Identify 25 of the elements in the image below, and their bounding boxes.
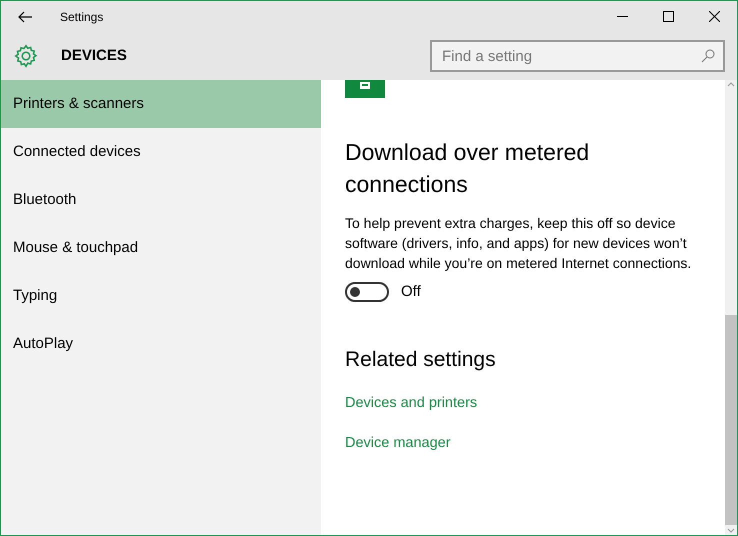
sidebar-item[interactable]: Mouse & touchpad (1, 224, 321, 272)
minimize-icon (616, 16, 628, 17)
window-title: Settings (60, 8, 104, 26)
related-link[interactable]: Device manager (345, 432, 451, 454)
description-text: To help prevent extra charges, keep this off so device software (drivers, info, and apps) for new devices won’t download while you’re on metered Internet connections. (345, 214, 692, 273)
toggle-switch[interactable] (345, 282, 389, 302)
sidebar-item[interactable]: Typing (1, 272, 321, 320)
gear-icon (13, 43, 39, 69)
page-title: DEVICES (61, 46, 127, 66)
sidebar-item[interactable]: Connected devices (1, 128, 321, 176)
sidebar-item[interactable]: Printers & scanners (1, 80, 321, 128)
search-icon (701, 49, 715, 63)
scrollbar[interactable] (725, 80, 737, 535)
sidebar-item[interactable]: AutoPlay (1, 320, 321, 368)
scrollbar-thumb[interactable] (725, 315, 737, 525)
maximize-icon (662, 11, 674, 22)
search-field[interactable]: Find a setting (430, 40, 725, 72)
section-title: Download over metered connections (345, 138, 590, 199)
sidebar-item[interactable]: Bluetooth (1, 176, 321, 224)
related-title: Related settings (345, 346, 497, 372)
printer-icon (345, 80, 385, 98)
related-link[interactable]: Devices and printers (345, 393, 478, 415)
close-icon (708, 11, 720, 22)
back-arrow-icon (18, 10, 32, 22)
toggle-label: Off (401, 282, 421, 302)
